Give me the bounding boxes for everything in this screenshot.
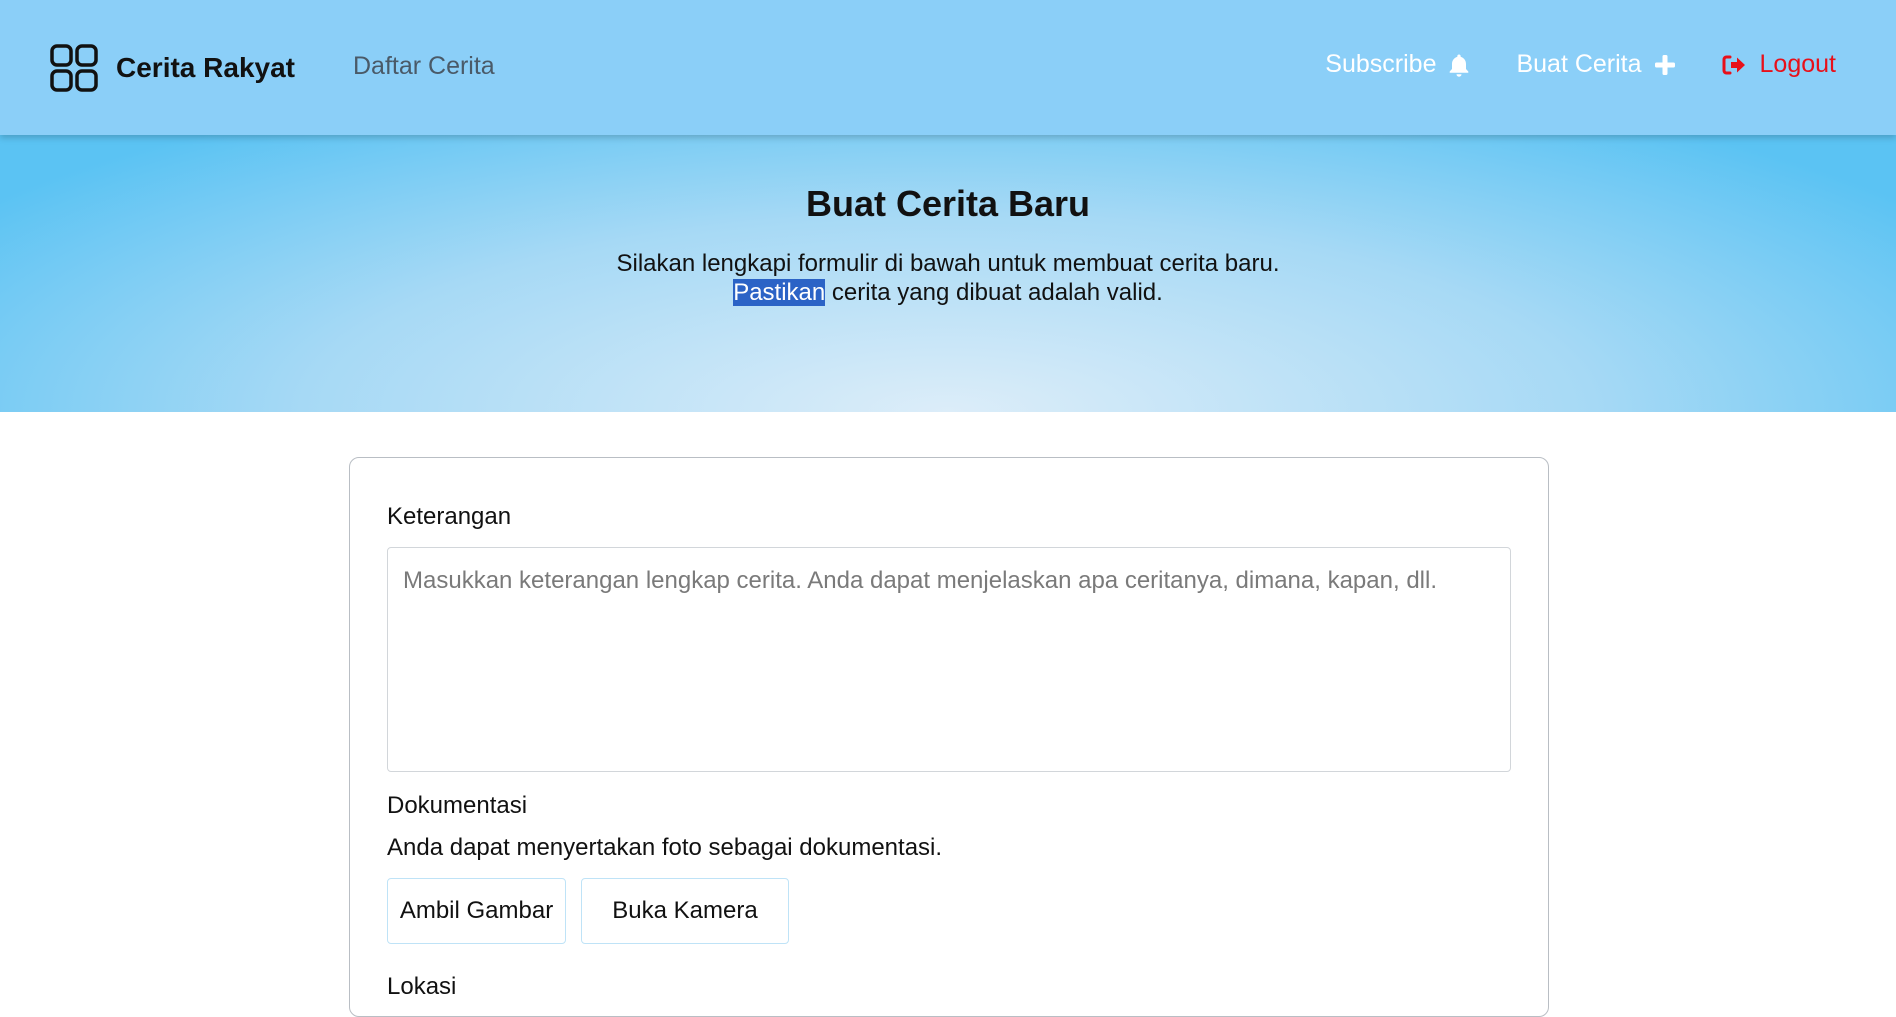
hero-line-2: Pastikan cerita yang dibuat adalah valid…: [0, 278, 1896, 307]
grid-icon: [50, 44, 98, 92]
create-story-button[interactable]: Buat Cerita: [1516, 50, 1675, 79]
plus-icon: [1654, 54, 1675, 75]
documentation-description: Anda dapat menyertakan foto sebagai doku…: [387, 834, 943, 861]
description-textarea[interactable]: [387, 547, 1511, 772]
subscribe-button[interactable]: Subscribe: [1325, 50, 1470, 79]
logout-icon: [1722, 55, 1745, 74]
brand-name: Cerita Rakyat: [116, 52, 295, 83]
description-label: Keterangan: [387, 503, 512, 530]
documentation-label: Dokumentasi: [387, 792, 528, 819]
location-label: Lokasi: [387, 973, 457, 1000]
app-header: Cerita Rakyat Daftar Cerita Subscribe Bu…: [0, 0, 1896, 135]
selected-text: Pastikan: [733, 279, 826, 306]
create-story-label: Buat Cerita: [1516, 50, 1642, 78]
bell-icon: [1450, 54, 1469, 77]
brand[interactable]: Cerita Rakyat: [50, 44, 295, 92]
subscribe-label: Subscribe: [1325, 50, 1437, 78]
open-camera-button[interactable]: Buka Kamera: [581, 878, 789, 944]
nav-daftar-cerita[interactable]: Daftar Cerita: [353, 52, 495, 81]
take-photo-button[interactable]: Ambil Gambar: [387, 878, 566, 944]
hero-banner: Buat Cerita Baru Silakan lengkapi formul…: [0, 135, 1896, 412]
header-actions: Subscribe Buat Cerita Logout: [1279, 50, 1836, 79]
logout-label: Logout: [1759, 50, 1836, 78]
hero-line-1: Silakan lengkapi formulir di bawah untuk…: [616, 250, 1280, 277]
logout-button[interactable]: Logout: [1722, 50, 1836, 79]
hero-line-2-rest: cerita yang dibuat adalah valid.: [825, 279, 1163, 306]
story-form: Keterangan Dokumentasi Anda dapat menyer…: [349, 457, 1549, 1017]
page-title: Buat Cerita Baru: [805, 183, 1091, 224]
